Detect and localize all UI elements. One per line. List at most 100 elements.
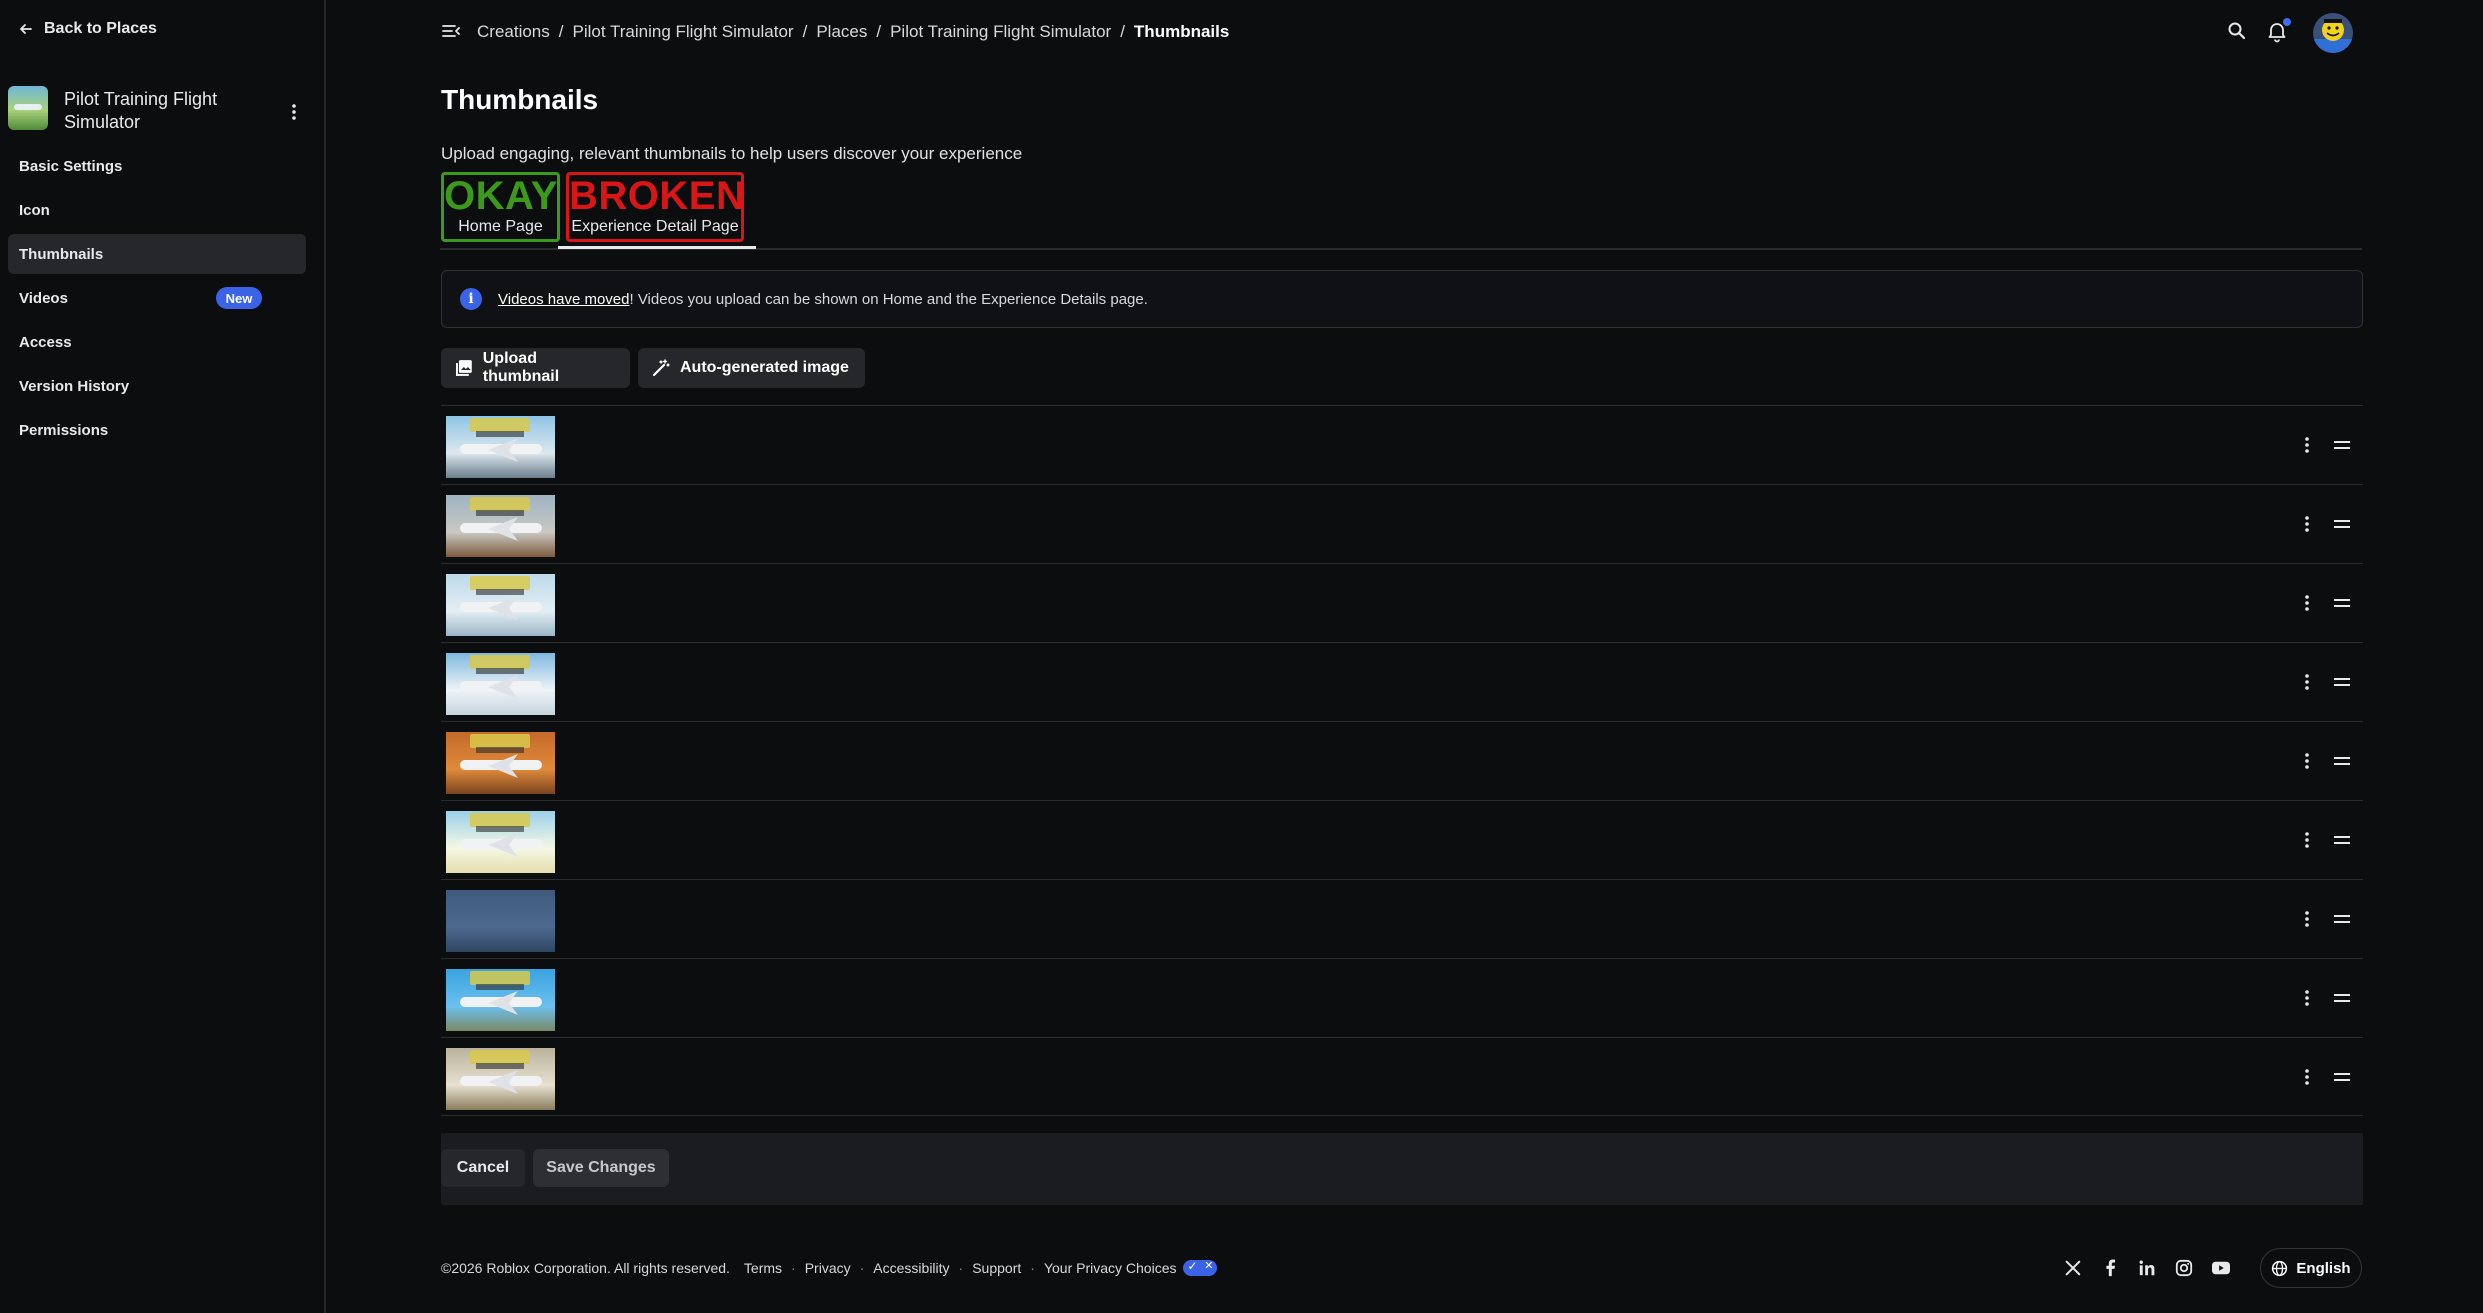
breadcrumb-places[interactable]: Places	[816, 22, 867, 42]
thumbnail-image	[446, 653, 555, 715]
more-options-icon[interactable]	[2297, 512, 2317, 536]
thumbnail-logo2-shape	[476, 589, 524, 595]
more-options-icon[interactable]	[2297, 433, 2317, 457]
thumbnail-logo2-shape	[476, 826, 524, 832]
info-banner: i Videos have moved ! Videos you upload …	[441, 270, 2363, 328]
footer-link-privacy-choices[interactable]: Your Privacy Choices	[1044, 1260, 1177, 1276]
thumbnail-row[interactable]	[441, 721, 2363, 800]
sidebar-item-thumbnails[interactable]: Thumbnails	[8, 234, 306, 274]
sidebar-item-label: Version History	[19, 377, 130, 395]
drag-handle-icon[interactable]	[2331, 593, 2353, 613]
sidebar-item-version-history[interactable]: Version History	[8, 366, 306, 406]
thumbnail-image	[446, 495, 555, 557]
breadcrumb-place[interactable]: Pilot Training Flight Simulator	[890, 22, 1111, 42]
more-options-icon[interactable]	[2297, 670, 2317, 694]
tab-experience-detail-page[interactable]: BROKEN Experience Detail Page	[566, 172, 746, 242]
tab-status-broken: BROKEN	[569, 174, 746, 218]
sidebar-item-icon[interactable]: Icon	[8, 190, 306, 230]
thumbnail-row[interactable]	[441, 958, 2363, 1037]
thumbnail-row[interactable]	[441, 563, 2363, 642]
thumbnail-row[interactable]	[441, 800, 2363, 879]
language-selector[interactable]: English	[2260, 1248, 2362, 1288]
more-options-icon[interactable]	[2297, 907, 2317, 931]
more-options-icon[interactable]	[2297, 986, 2317, 1010]
thumbnail-logo-shape	[470, 418, 530, 432]
thumbnail-image	[446, 969, 555, 1031]
thumbnail-row[interactable]	[441, 405, 2363, 484]
sidebar-item-access[interactable]: Access	[8, 322, 306, 362]
x-icon[interactable]	[2062, 1257, 2084, 1279]
thumbnail-logo2-shape	[476, 510, 524, 516]
youtube-icon[interactable]	[2210, 1257, 2232, 1279]
auto-generated-image-label: Auto-generated image	[680, 359, 849, 376]
thumbnail-image	[446, 811, 555, 873]
app-root: Back to Places Pilot Training Flight Sim…	[0, 0, 2483, 1313]
thumbnail-logo2-shape	[476, 431, 524, 437]
thumbnail-row[interactable]	[441, 879, 2363, 958]
copyright-text: ©2026 Roblox Corporation. All rights res…	[441, 1260, 730, 1276]
thumbnail-row[interactable]	[441, 1037, 2363, 1116]
globe-icon	[2272, 1260, 2288, 1276]
facebook-icon[interactable]	[2099, 1257, 2121, 1279]
thumbnail-logo-shape	[470, 813, 530, 827]
cancel-button[interactable]: Cancel	[441, 1149, 525, 1187]
drag-handle-icon[interactable]	[2331, 514, 2353, 534]
save-changes-button[interactable]: Save Changes	[533, 1149, 669, 1187]
footer-link-support[interactable]: Support	[972, 1260, 1021, 1276]
more-options-icon[interactable]	[2297, 828, 2317, 852]
drag-handle-icon[interactable]	[2331, 1067, 2353, 1087]
magic-wand-icon	[652, 359, 670, 377]
experience-header: Pilot Training Flight Simulator	[8, 86, 308, 142]
experience-thumbnail	[8, 86, 48, 130]
active-tab-indicator	[558, 246, 756, 249]
breadcrumb-current: Thumbnails	[1133, 22, 1230, 41]
videos-moved-link[interactable]: Videos have moved	[498, 291, 629, 308]
linkedin-icon[interactable]	[2136, 1257, 2158, 1279]
breadcrumb-creations[interactable]: Creations	[477, 22, 550, 42]
drag-handle-icon[interactable]	[2331, 988, 2353, 1008]
notification-dot	[2283, 18, 2291, 26]
footer-link-terms[interactable]: Terms	[744, 1260, 782, 1276]
breadcrumb-separator: /	[876, 22, 882, 41]
thumbnail-logo2-shape	[476, 747, 524, 753]
thumbnail-tabs: OKAY Home Page BROKEN Experience Detail …	[440, 170, 2362, 250]
drag-handle-icon[interactable]	[2331, 751, 2353, 771]
thumbnail-logo-shape	[470, 1050, 530, 1064]
footer-link-privacy[interactable]: Privacy	[805, 1260, 851, 1276]
new-badge: New	[216, 287, 262, 309]
sidebar-item-videos[interactable]: Videos New	[8, 278, 306, 318]
back-to-places-link[interactable]: Back to Places	[18, 14, 157, 44]
thumbnail-logo-shape	[470, 497, 530, 511]
thumbnail-row[interactable]	[441, 642, 2363, 721]
breadcrumb-separator: /	[802, 22, 808, 41]
page-scrollbar[interactable]	[2474, 0, 2483, 1313]
tab-status-okay: OKAY	[444, 174, 558, 218]
sidebar-item-permissions[interactable]: Permissions	[8, 410, 306, 450]
avatar[interactable]	[2313, 13, 2353, 53]
auto-generated-image-button[interactable]: Auto-generated image	[638, 348, 865, 388]
social-links	[2062, 1256, 2232, 1280]
thumbnail-row[interactable]	[441, 484, 2363, 563]
drag-handle-icon[interactable]	[2331, 830, 2353, 850]
arrow-left-icon	[20, 24, 32, 34]
upload-thumbnail-button[interactable]: Upload thumbnail	[441, 348, 630, 388]
more-options-icon[interactable]	[2297, 1065, 2317, 1089]
footer-link-accessibility[interactable]: Accessibility	[873, 1260, 949, 1276]
upload-thumbnail-label: Upload thumbnail	[482, 350, 560, 385]
drag-handle-icon[interactable]	[2331, 672, 2353, 692]
privacy-choices-icon[interactable]	[1183, 1259, 1218, 1276]
instagram-icon[interactable]	[2173, 1257, 2195, 1279]
drag-handle-icon[interactable]	[2331, 435, 2353, 455]
more-options-icon[interactable]	[2297, 591, 2317, 615]
info-banner-text: ! Videos you upload can be shown on Home…	[629, 290, 1148, 308]
drag-handle-icon[interactable]	[2331, 909, 2353, 929]
sidebar-item-basic-settings[interactable]: Basic Settings	[8, 146, 306, 186]
more-options-icon[interactable]	[2297, 749, 2317, 773]
thumbnail-logo2-shape	[476, 1063, 524, 1069]
breadcrumb-experience[interactable]: Pilot Training Flight Simulator	[573, 22, 794, 42]
thumbnail-image	[446, 890, 555, 952]
experience-more-icon[interactable]	[284, 100, 304, 124]
menu-collapse-icon[interactable]	[440, 20, 462, 42]
search-icon[interactable]	[2226, 20, 2248, 42]
tab-home-page[interactable]: OKAY Home Page	[441, 172, 560, 242]
